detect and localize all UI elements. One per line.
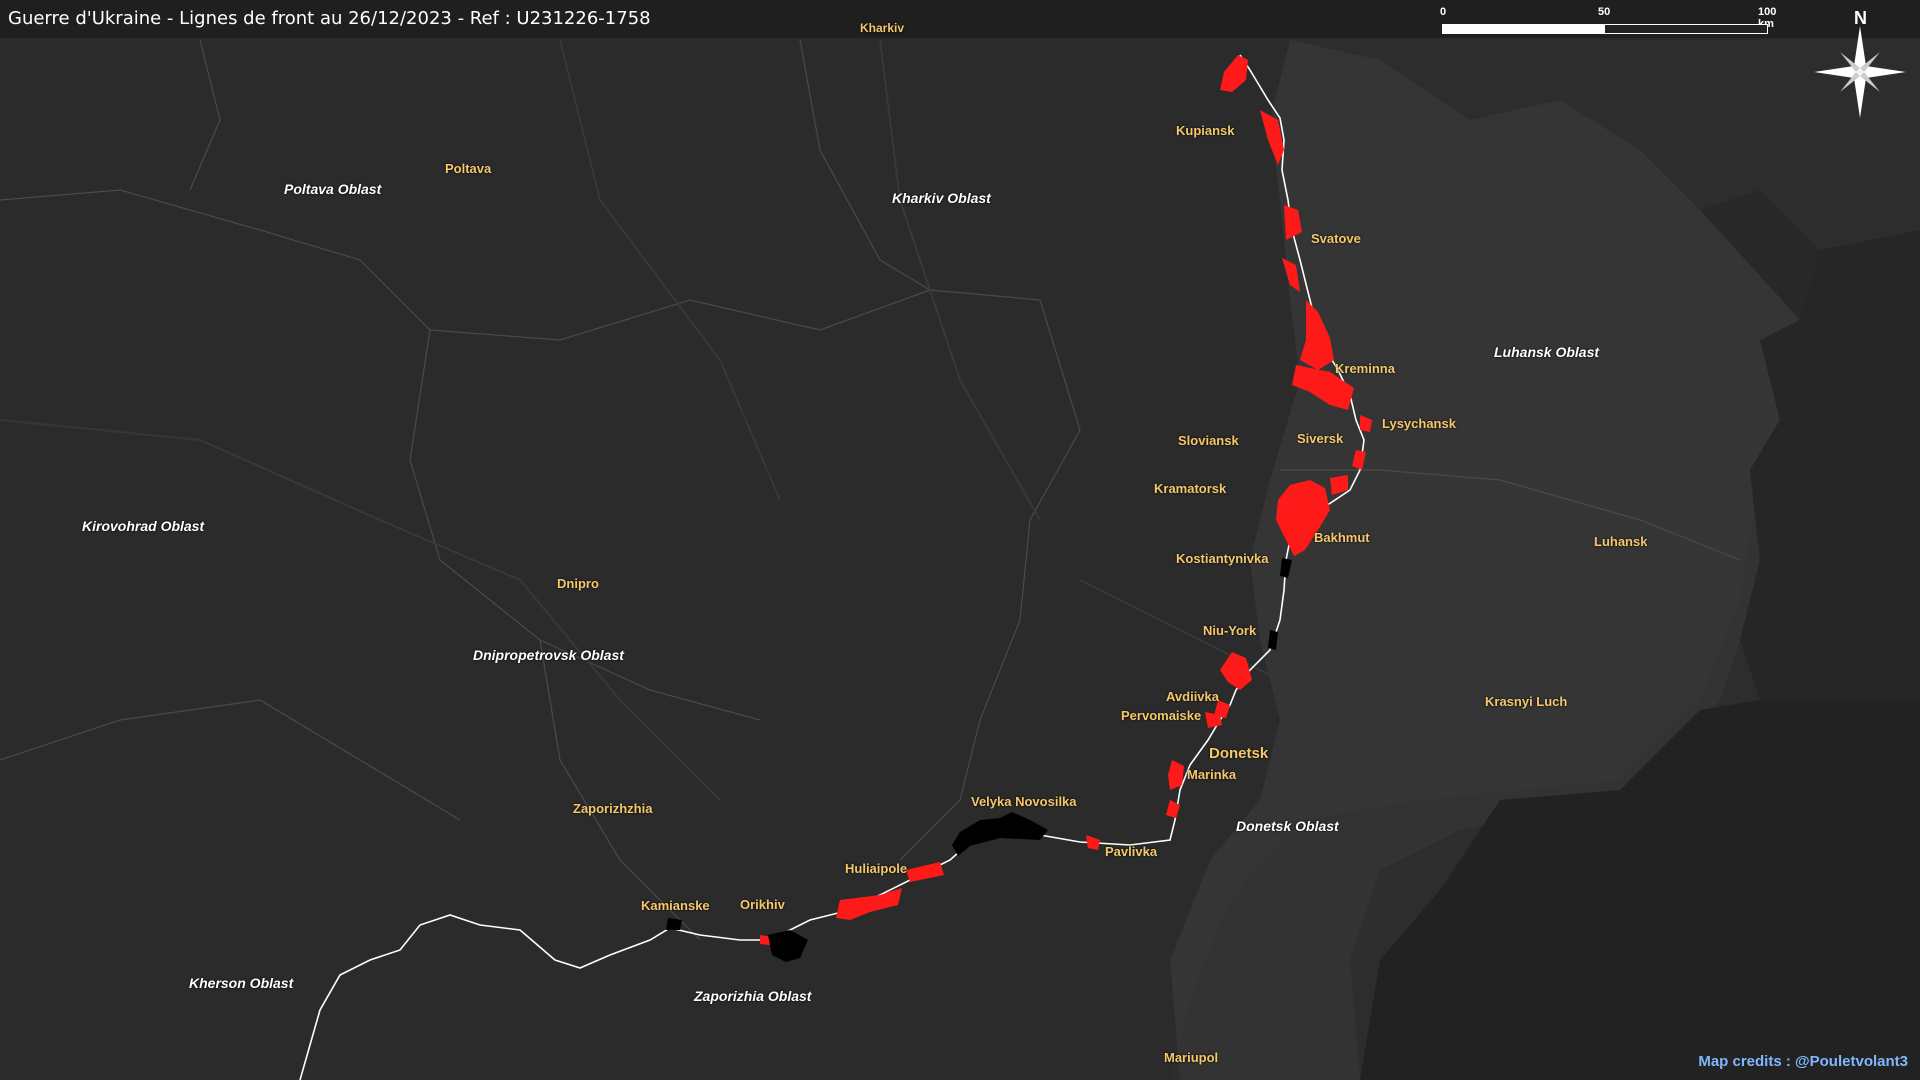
scale-bar-graphic bbox=[1442, 24, 1768, 34]
city-label-zaporizhzhia: Zaporizhzhia bbox=[573, 801, 653, 816]
city-label-dnipro: Dnipro bbox=[557, 576, 599, 591]
city-label-marinka: Marinka bbox=[1187, 767, 1237, 782]
city-label-lysychansk: Lysychansk bbox=[1382, 416, 1456, 431]
city-label-niu-york: Niu-York bbox=[1203, 623, 1257, 638]
city-label-velyka-novosilka: Velyka Novosilka bbox=[971, 794, 1077, 809]
city-label-bakhmut: Bakhmut bbox=[1314, 530, 1370, 545]
city-label-kamianske: Kamianske bbox=[641, 898, 710, 913]
oblast-label-kharkiv: Kharkiv Oblast bbox=[892, 190, 991, 206]
city-label-luhansk: Luhansk bbox=[1594, 534, 1648, 549]
oblast-label-poltava: Poltava Oblast bbox=[284, 181, 382, 197]
city-label-svatove: Svatove bbox=[1311, 231, 1361, 246]
scale-bar: 0 50 100 km bbox=[1440, 6, 1776, 36]
city-label-orikhiv: Orikhiv bbox=[740, 897, 785, 912]
city-label-kramatorsk: Kramatorsk bbox=[1154, 481, 1227, 496]
map-credits: Map credits : @Pouletvolant3 bbox=[1698, 1053, 1908, 1070]
oblast-label-kherson: Kherson Oblast bbox=[189, 975, 294, 991]
scale-label-50: 50 bbox=[1598, 6, 1611, 18]
oblast-label-kirovohrad: Kirovohrad Oblast bbox=[82, 518, 205, 534]
liberated-kamianske bbox=[666, 918, 682, 930]
city-label-huliaipole: Huliaipole bbox=[845, 861, 908, 876]
city-label-krasnyi-luch: Krasnyi Luch bbox=[1485, 694, 1568, 709]
city-label-sloviansk: Sloviansk bbox=[1178, 433, 1239, 448]
oblast-label-luhansk: Luhansk Oblast bbox=[1494, 344, 1600, 360]
city-label-donetsk: Donetsk bbox=[1209, 745, 1269, 762]
city-label-kharkiv: Kharkiv bbox=[860, 21, 905, 35]
city-label-pervomaiske: Pervomaiske bbox=[1121, 708, 1202, 723]
city-label-kreminna: Kreminna bbox=[1335, 361, 1395, 376]
north-arrow: N bbox=[1810, 8, 1910, 118]
city-label-siversk: Siversk bbox=[1297, 431, 1344, 446]
city-label-pavlivka: Pavlivka bbox=[1105, 844, 1158, 859]
compass-rose-icon bbox=[1814, 26, 1906, 118]
oblast-label-dnipropetrovsk: Dnipropetrovsk Oblast bbox=[473, 647, 624, 663]
oblast-label-donetsk: Donetsk Oblast bbox=[1236, 818, 1339, 834]
city-label-avdiivka: Avdiivka bbox=[1166, 689, 1219, 704]
city-label-kupiansk: Kupiansk bbox=[1176, 123, 1235, 138]
city-label-kostiantynivka: Kostiantynivka bbox=[1176, 551, 1269, 566]
oblast-label-zaporizhia: Zaporizhia Oblast bbox=[694, 988, 812, 1004]
map-title: Guerre d'Ukraine - Lignes de front au 26… bbox=[8, 8, 651, 29]
city-label-mariupol: Mariupol bbox=[1164, 1050, 1219, 1065]
scale-label-0: 0 bbox=[1440, 6, 1447, 18]
city-label-poltava: Poltava bbox=[445, 161, 492, 176]
